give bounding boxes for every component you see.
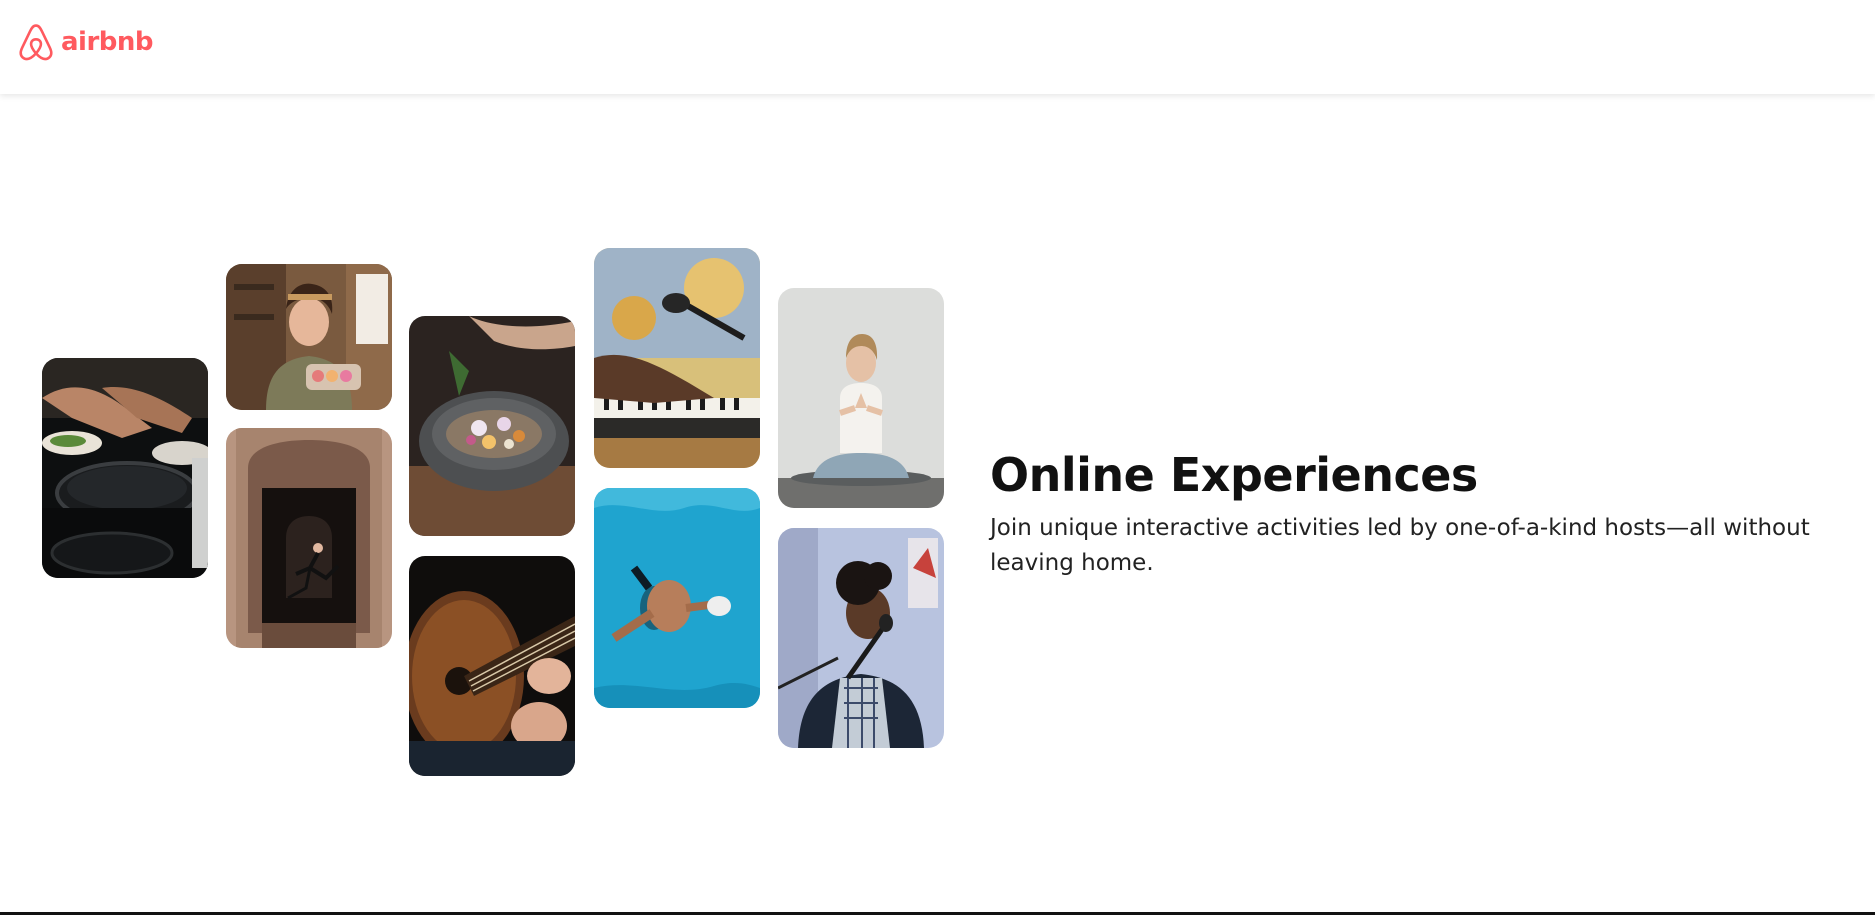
top-navigation-bar: airbnb — [0, 0, 1875, 94]
acoustic-guitar-image — [409, 556, 575, 776]
experience-tile-cooking[interactable] — [42, 358, 208, 578]
dancer-in-doorway-image — [226, 428, 392, 648]
experience-tile-swimmer[interactable] — [594, 488, 760, 708]
yoga-meditation-image — [778, 288, 944, 508]
hero-subtitle: Join unique interactive activities led b… — [990, 515, 1810, 576]
airbnb-logo-icon — [19, 24, 53, 61]
swimmer-in-pool-image — [594, 488, 760, 708]
singer-with-microphone-image — [778, 528, 944, 748]
experience-tile-bowl[interactable] — [409, 316, 575, 536]
airbnb-wordmark: airbnb — [61, 27, 154, 57]
cooking-pans-image — [42, 358, 208, 578]
experience-tile-piano[interactable] — [594, 248, 760, 468]
woman-holding-macarons-image — [226, 264, 392, 410]
hero-section: Online Experiences Join unique interacti… — [990, 445, 1860, 581]
experience-tile-guitar[interactable] — [409, 556, 575, 776]
experience-tile-singer[interactable] — [778, 528, 944, 748]
experience-tile-dancer[interactable] — [226, 428, 392, 648]
airbnb-logo-link[interactable]: airbnb — [17, 22, 154, 62]
bowl-seasoning-image — [409, 316, 575, 536]
page-title: Online Experiences — [990, 448, 1478, 502]
experience-tile-macarons[interactable] — [226, 264, 392, 410]
piano-with-microphone-image — [594, 248, 760, 468]
experience-tile-yoga[interactable] — [778, 288, 944, 508]
